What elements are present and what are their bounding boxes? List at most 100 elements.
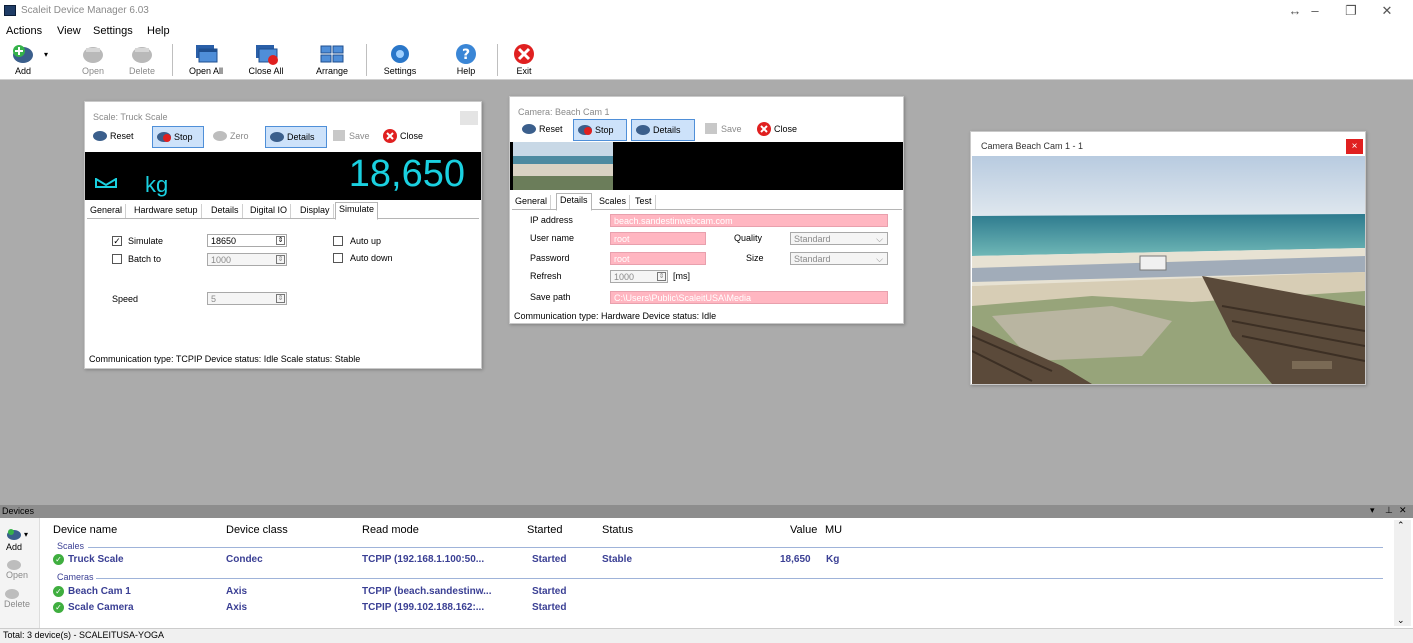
tab-details[interactable]: Details xyxy=(208,204,243,218)
open-all-button[interactable]: Open All xyxy=(185,42,227,78)
toolbar: Add ▾ Open Delete Open All Close All Arr… xyxy=(0,40,1413,80)
simulate-label: Simulate xyxy=(128,236,164,246)
camera-preview-strip xyxy=(510,142,903,190)
batch-checkbox[interactable] xyxy=(112,254,122,264)
scale-details-button[interactable]: Details xyxy=(265,126,327,148)
help-button[interactable]: ? Help xyxy=(446,42,486,78)
column-started[interactable]: Started xyxy=(527,524,562,536)
camera-save-button[interactable]: Save xyxy=(700,119,748,139)
delete-button[interactable]: Delete xyxy=(125,42,159,78)
save-icon xyxy=(333,130,345,141)
user-name-input[interactable]: root xyxy=(610,232,706,245)
table-row[interactable]: ✓ Beach Cam 1 Axis TCPIP (beach.sandesti… xyxy=(40,585,1390,599)
size-select[interactable]: Standard ⌵ xyxy=(790,252,888,265)
menu-view[interactable]: View xyxy=(57,25,81,37)
batch-spinner-icon[interactable]: ⇕ xyxy=(276,255,285,264)
refresh-input[interactable]: 1000 ⇕ xyxy=(610,270,668,283)
delete-scale-icon xyxy=(5,589,19,599)
column-read-mode[interactable]: Read mode xyxy=(362,524,419,536)
quality-select[interactable]: Standard ⌵ xyxy=(790,232,888,245)
tab-scales[interactable]: Scales xyxy=(596,195,631,209)
close-circle-icon xyxy=(383,129,397,143)
tab-details[interactable]: Details xyxy=(556,193,592,211)
side-open-button[interactable]: Open xyxy=(6,558,36,584)
tab-display[interactable]: Display xyxy=(297,204,334,218)
camera-reset-button[interactable]: Reset xyxy=(518,119,573,139)
scale-zero-button[interactable]: Zero xyxy=(209,126,262,146)
batch-value-input[interactable]: 1000 ⇕ xyxy=(207,253,287,266)
side-delete-button[interactable]: Delete xyxy=(4,587,38,613)
column-value[interactable]: Value xyxy=(790,524,817,536)
column-device-name[interactable]: Device name xyxy=(53,524,117,536)
scale-unit: kg xyxy=(145,172,169,197)
app-status-bar: Total: 3 device(s) - SCALEITUSA-YOGA xyxy=(0,628,1413,643)
refresh-spinner-icon[interactable]: ⇕ xyxy=(657,272,666,281)
open-all-icon xyxy=(196,45,218,63)
close-icon[interactable]: ✕ xyxy=(1377,3,1397,19)
resize-icon[interactable]: ↔ xyxy=(1285,3,1305,18)
column-mu[interactable]: MU xyxy=(825,524,842,536)
camera-details-button[interactable]: Details xyxy=(631,119,695,141)
devices-scrollbar[interactable]: ⌃ ⌄ xyxy=(1394,520,1411,626)
tab-general[interactable]: General xyxy=(512,195,552,209)
preview-close-button[interactable]: × xyxy=(1346,139,1363,154)
open-button[interactable]: Open xyxy=(76,42,110,78)
scale-save-button[interactable]: Save xyxy=(328,126,374,146)
minimize-icon[interactable]: – xyxy=(1305,3,1325,18)
camera-close-button[interactable]: Close xyxy=(753,119,813,139)
reset-icon xyxy=(522,124,536,134)
scale-stop-button[interactable]: Stop xyxy=(152,126,204,148)
help-icon: ? xyxy=(456,44,476,64)
scale-window-maximize-icon[interactable] xyxy=(460,111,478,125)
restore-icon[interactable]: ❐ xyxy=(1341,3,1361,19)
auto-up-checkbox[interactable] xyxy=(333,236,343,246)
add-button[interactable]: Add xyxy=(6,42,40,78)
column-device-class[interactable]: Device class xyxy=(226,524,288,536)
save-path-label: Save path xyxy=(530,292,571,302)
add-dropdown-icon[interactable]: ▾ xyxy=(40,50,52,86)
simulate-value-input[interactable]: 18650 ⇕ xyxy=(207,234,287,247)
details-icon xyxy=(270,132,284,142)
column-status[interactable]: Status xyxy=(602,524,633,536)
tab-digital-io[interactable]: Digital IO xyxy=(247,204,292,218)
close-circle-icon xyxy=(757,122,771,136)
tab-simulate[interactable]: Simulate xyxy=(335,202,379,220)
table-row[interactable]: ✓ Scale Camera Axis TCPIP (199.102.188.1… xyxy=(40,601,1390,615)
side-add-button[interactable]: Add xyxy=(6,528,36,556)
camera-stop-button[interactable]: Stop xyxy=(573,119,627,141)
exit-button[interactable]: Exit xyxy=(507,42,541,78)
pin-icon[interactable]: ⊥ xyxy=(1385,505,1393,516)
scroll-up-icon[interactable]: ⌃ xyxy=(1397,520,1405,531)
table-row[interactable]: ✓ Truck Scale Condec TCPIP (192.168.1.10… xyxy=(40,553,1390,567)
scroll-down-icon[interactable]: ⌄ xyxy=(1397,615,1405,626)
password-input[interactable]: root xyxy=(610,252,706,265)
group-cameras: Cameras xyxy=(57,572,94,582)
speed-spinner-icon[interactable]: ⇕ xyxy=(276,294,285,303)
panel-menu-icon[interactable]: ▾ xyxy=(1370,505,1375,516)
arrange-button[interactable]: Arrange xyxy=(310,42,354,78)
ip-address-input[interactable]: beach.sandestinwebcam.com xyxy=(610,214,888,227)
save-path-input[interactable]: C:\Users\Public\ScaleitUSA\Media xyxy=(610,291,888,304)
scale-close-button[interactable]: Close xyxy=(379,126,435,146)
stop-icon xyxy=(157,132,171,142)
settings-button[interactable]: Settings xyxy=(378,42,422,78)
close-all-button[interactable]: Close All xyxy=(245,42,287,78)
scale-window-title: Scale: Truck Scale xyxy=(93,112,168,122)
scale-reset-button[interactable]: Reset xyxy=(89,126,152,146)
auto-down-checkbox[interactable] xyxy=(333,253,343,263)
reset-icon xyxy=(93,131,107,141)
panel-close-icon[interactable]: ✕ xyxy=(1399,505,1407,516)
tab-test[interactable]: Test xyxy=(632,195,656,209)
toolbar-separator xyxy=(172,44,173,76)
menu-help[interactable]: Help xyxy=(147,25,170,37)
speed-value-input[interactable]: 5 ⇕ xyxy=(207,292,287,305)
simulate-checkbox[interactable]: ✓ xyxy=(112,236,122,246)
beach-camera-image xyxy=(972,156,1365,384)
tab-hardware-setup[interactable]: Hardware setup xyxy=(131,204,202,218)
menu-settings[interactable]: Settings xyxy=(93,25,133,37)
toolbar-separator xyxy=(497,44,498,76)
side-add-dropdown-icon[interactable]: ▾ xyxy=(24,530,28,539)
tab-general[interactable]: General xyxy=(87,204,127,218)
simulate-spinner-icon[interactable]: ⇕ xyxy=(276,236,285,245)
menu-actions[interactable]: Actions xyxy=(6,25,42,37)
